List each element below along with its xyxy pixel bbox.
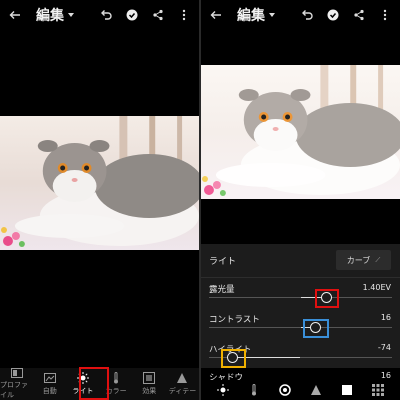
chevron-down-icon [68,13,74,17]
photo-preview[interactable] [201,65,400,199]
chevron-down-icon [269,13,275,17]
share-icon[interactable] [352,8,366,22]
checkmark-icon[interactable] [125,8,139,22]
thermometer-icon[interactable] [248,384,260,396]
highlights-knob-highlight [221,349,246,368]
undo-icon[interactable] [300,8,314,22]
more-options-icon[interactable] [177,8,191,22]
top-bar: 編集 [0,0,199,30]
page-title: 編集 [237,8,265,24]
contrast-knob-highlight [303,319,329,338]
square-icon[interactable] [341,384,353,396]
effects-icon [143,372,156,384]
sun-icon[interactable] [216,384,229,396]
panel-title: ライト [209,257,237,267]
contrast-slider[interactable]: コントラスト 16 [201,312,400,342]
triangle-icon[interactable] [310,384,322,396]
undo-icon[interactable] [99,8,113,22]
tool-effects[interactable]: 効果 [133,368,166,400]
share-icon[interactable] [151,8,165,22]
tool-detail[interactable]: ディテー [166,368,199,400]
thermometer-icon [110,372,122,384]
screenshot: 編集 プロファイル 自動 ライト カラー 効果 ディテー 編集 ライト カーブ … [0,0,400,400]
back-arrow-icon[interactable] [209,8,223,22]
curve-button[interactable]: カーブ ⟋ [336,250,391,270]
photo-preview[interactable] [0,116,199,250]
checkmark-icon[interactable] [326,8,340,22]
light-tool-highlight [79,367,109,400]
light-panel-header: ライト カーブ ⟋ [201,244,400,278]
page-title: 編集 [36,8,64,24]
more-options-icon[interactable] [378,8,392,22]
edit-menu[interactable]: 編集 [237,5,275,25]
exposure-knob-highlight [315,289,339,308]
auto-icon [43,372,56,384]
tool-auto[interactable]: 自動 [33,368,66,400]
top-bar: 編集 [201,0,400,30]
pencil-icon: ⟋ [375,255,381,264]
bottom-tool-bar [201,380,400,400]
left-screen: 編集 プロファイル 自動 ライト カラー 効果 ディテー [0,0,199,400]
right-screen: 編集 ライト カーブ ⟋ 露光量 1.40EV コントラスト 16 ハイライト … [201,0,400,400]
tool-profile[interactable]: プロファイル [0,368,33,400]
exposure-slider[interactable]: 露光量 1.40EV [201,282,400,312]
profile-icon [10,368,23,378]
back-arrow-icon[interactable] [8,8,22,22]
effects-icon[interactable] [279,384,291,396]
grid-icon[interactable] [372,384,385,396]
edit-menu[interactable]: 編集 [36,5,74,25]
triangle-icon [176,372,188,384]
